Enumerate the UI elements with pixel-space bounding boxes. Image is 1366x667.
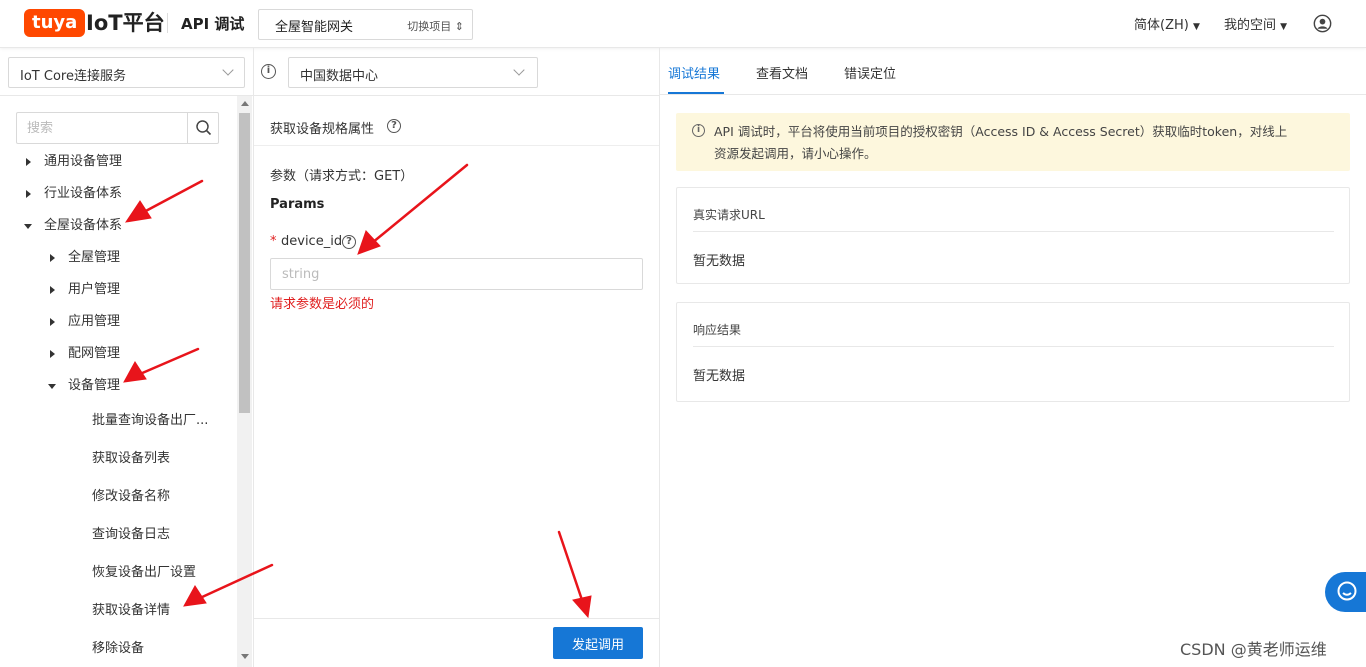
customer-service-button[interactable] (1325, 572, 1366, 612)
project-name: 全屋智能网关 (275, 20, 354, 35)
service-select-value: IoT Core连接服务 (20, 69, 126, 84)
notice-text: API 调试时，平台将使用当前项目的授权密钥（Access ID & Acces… (714, 124, 1288, 161)
page-title: API 调试 (181, 15, 245, 33)
warning-notice: i API 调试时，平台将使用当前项目的授权密钥（Access ID & Acc… (676, 113, 1350, 171)
scrollbar-thumb[interactable] (239, 113, 250, 413)
arrow-to-device-management (123, 347, 200, 383)
arrow-to-submit-button (557, 530, 592, 619)
tab-error-locate[interactable]: 错误定位 (844, 63, 896, 82)
tree-leaf-remove-device[interactable]: 移除设备 (92, 640, 144, 658)
tuya-logo[interactable]: tuya (24, 9, 86, 37)
required-mark: * (270, 234, 277, 249)
tree-leaf-get-device-details[interactable]: 获取设备详情 (92, 602, 170, 620)
info-icon[interactable]: i (261, 64, 276, 79)
tree-item-general-devices[interactable]: 通用设备管理 (44, 153, 122, 171)
platform-name[interactable]: IoT平台 (86, 8, 165, 38)
caret-down-icon (48, 384, 56, 389)
arrow-to-whole-home (124, 179, 204, 223)
card-divider (693, 346, 1334, 347)
section-divider (254, 145, 659, 146)
chevron-down-icon (513, 64, 525, 76)
tree-leaf-query-device-logs[interactable]: 查询设备日志 (92, 526, 170, 544)
tree-item-industry-devices[interactable]: 行业设备体系 (44, 185, 122, 203)
arrow-to-device-details (183, 563, 274, 607)
data-center-select[interactable]: 中国数据中心 (288, 57, 538, 88)
search-input[interactable] (17, 113, 187, 143)
card-title: 真实请求URL (693, 208, 765, 222)
search-button[interactable] (187, 113, 219, 143)
chevron-down-icon (222, 64, 234, 76)
tree-leaf-factory-reset[interactable]: 恢复设备出厂设置 (92, 564, 196, 582)
empty-data-text: 暂无数据 (693, 254, 746, 269)
device-id-label: device_id (281, 234, 343, 249)
caret-down-icon: ▼ (1192, 22, 1200, 32)
param-section-title: 参数（请求方式：GET） (270, 169, 414, 184)
tree-item-whole-home-devices[interactable]: 全屋设备体系 (44, 217, 122, 235)
tab-debug-result[interactable]: 调试结果 (668, 63, 720, 82)
tree-item-user-management[interactable]: 用户管理 (68, 281, 120, 299)
my-space-dropdown[interactable]: 我的空间 ▼ (1224, 14, 1287, 33)
caret-right-icon (50, 350, 55, 358)
tree-scrollbar[interactable] (237, 96, 252, 667)
tree-item-device-management[interactable]: 设备管理 (68, 377, 120, 395)
card-title: 响应结果 (693, 323, 742, 337)
caret-right-icon (26, 158, 31, 166)
header-divider (167, 13, 168, 33)
middle-panel-divider (659, 48, 660, 667)
help-icon[interactable]: ? (387, 119, 401, 133)
active-tab-indicator (668, 92, 724, 94)
result-tabs: 调试结果 查看文档 错误定位 (660, 48, 1366, 95)
tree-leaf-rename-device[interactable]: 修改设备名称 (92, 488, 170, 506)
footer-divider (254, 618, 659, 619)
chat-support-icon (1337, 581, 1357, 601)
scroll-up-icon[interactable] (241, 101, 249, 106)
info-icon: i (692, 124, 705, 137)
project-switcher[interactable]: 全屋智能网关 切换项目 ⇕ (258, 9, 473, 40)
caret-right-icon (50, 254, 55, 262)
tab-view-docs[interactable]: 查看文档 (756, 63, 808, 82)
service-bar: IoT Core连接服务 (0, 48, 253, 96)
caret-right-icon (50, 286, 55, 294)
watermark: CSDN @黄老师运维 (1180, 640, 1327, 659)
caret-right-icon (50, 318, 55, 326)
request-url-card: 真实请求URL 暂无数据 (676, 187, 1350, 284)
api-search (16, 112, 219, 144)
data-center-value: 中国数据中心 (300, 69, 379, 84)
field-colon: : (362, 234, 367, 249)
search-icon (196, 120, 212, 136)
caret-down-icon (24, 224, 32, 229)
help-icon[interactable]: ? (342, 235, 356, 249)
response-card: 响应结果 暂无数据 (676, 302, 1350, 402)
card-divider (693, 231, 1334, 232)
validation-error: 请求参数是必须的 (270, 297, 375, 312)
tree-item-home-management[interactable]: 全屋管理 (68, 249, 120, 267)
empty-data-text: 暂无数据 (693, 369, 746, 384)
tree-leaf-get-device-list[interactable]: 获取设备列表 (92, 450, 170, 468)
params-label: Params (270, 197, 325, 212)
left-panel-divider (253, 48, 254, 667)
tree-leaf-batch-query-factory[interactable]: 批量查询设备出厂... (92, 412, 208, 430)
send-request-button[interactable]: 发起调用 (553, 627, 643, 659)
device-id-input[interactable] (270, 258, 643, 290)
tree-item-app-management[interactable]: 应用管理 (68, 313, 120, 331)
service-select[interactable]: IoT Core连接服务 (8, 57, 245, 88)
sort-icon: ⇕ (454, 20, 464, 33)
api-name: 获取设备规格属性 (270, 122, 375, 137)
top-header: tuya IoT平台 API 调试 全屋智能网关 切换项目 ⇕ 简体(ZH) ▼… (0, 0, 1366, 48)
language-dropdown[interactable]: 简体(ZH) ▼ (1134, 14, 1200, 33)
caret-right-icon (26, 190, 31, 198)
tree-item-pairing-management[interactable]: 配网管理 (68, 345, 120, 363)
scroll-down-icon[interactable] (241, 654, 249, 659)
project-switch-label: 切换项目 ⇕ (407, 20, 464, 33)
caret-down-icon: ▼ (1280, 22, 1288, 32)
user-avatar-icon[interactable] (1313, 14, 1332, 33)
